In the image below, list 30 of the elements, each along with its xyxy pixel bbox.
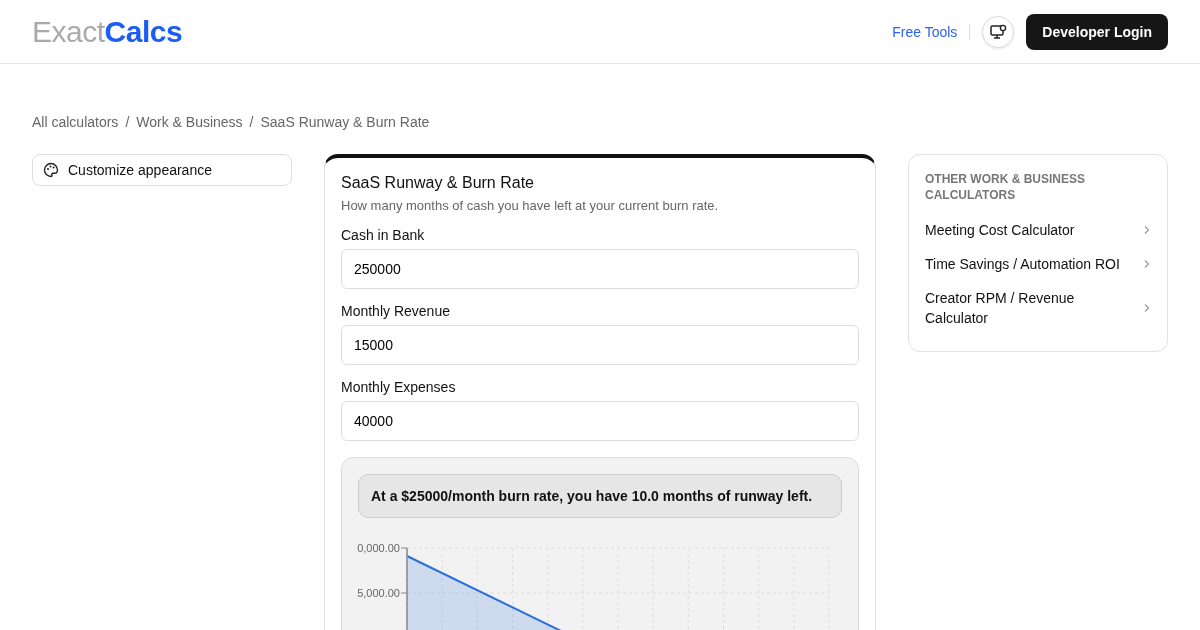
breadcrumb-link[interactable]: All calculators: [32, 114, 119, 130]
y-tick-label: 5,000.00: [357, 587, 400, 599]
customize-button[interactable]: Customize appearance: [32, 154, 292, 186]
sidebar-title: OTHER WORK & BUSINESS CALCULATORS: [925, 171, 1086, 203]
y-tick-label: 0,000.00: [357, 542, 400, 554]
sidebar-link[interactable]: Creator RPM / Revenue Calculator: [925, 281, 1151, 335]
chevron-right-icon: [1143, 259, 1151, 269]
breadcrumb-separator: /: [125, 114, 130, 130]
result-summary: At a $25000/month burn rate, you have 10.0 months of runway left.: [358, 474, 842, 518]
field-label: Monthly Expenses: [341, 379, 457, 395]
breadcrumb-separator: /: [249, 114, 254, 130]
display-settings-button[interactable]: [982, 15, 1015, 48]
monitor-icon: [989, 22, 1008, 41]
calculator-subtitle: How many months of cash you have left at your current burn rate.: [341, 198, 720, 213]
input-field[interactable]: 15000: [341, 325, 859, 365]
breadcrumb-link[interactable]: SaaS Runway & Burn Rate: [260, 114, 430, 130]
nav-link[interactable]: Free Tools: [892, 23, 958, 40]
input-field[interactable]: 250000: [341, 249, 859, 289]
palette-icon: [43, 162, 59, 178]
sidebar-link[interactable]: Time Savings / Automation ROI: [925, 247, 1151, 281]
field-label: Monthly Revenue: [341, 303, 451, 319]
login-button[interactable]: Developer Login: [1026, 13, 1168, 50]
sidebar-link[interactable]: Meeting Cost Calculator: [925, 213, 1151, 247]
calculator-title: SaaS Runway & Burn Rate: [341, 174, 535, 192]
chevron-right-icon: [1143, 303, 1151, 313]
chevron-right-icon: [1143, 225, 1151, 235]
logo[interactable]: ExactCalcs: [32, 14, 183, 49]
breadcrumb-link[interactable]: Work & Business: [136, 114, 243, 130]
input-field[interactable]: 40000: [341, 401, 859, 441]
field-label: Cash in Bank: [341, 227, 426, 243]
